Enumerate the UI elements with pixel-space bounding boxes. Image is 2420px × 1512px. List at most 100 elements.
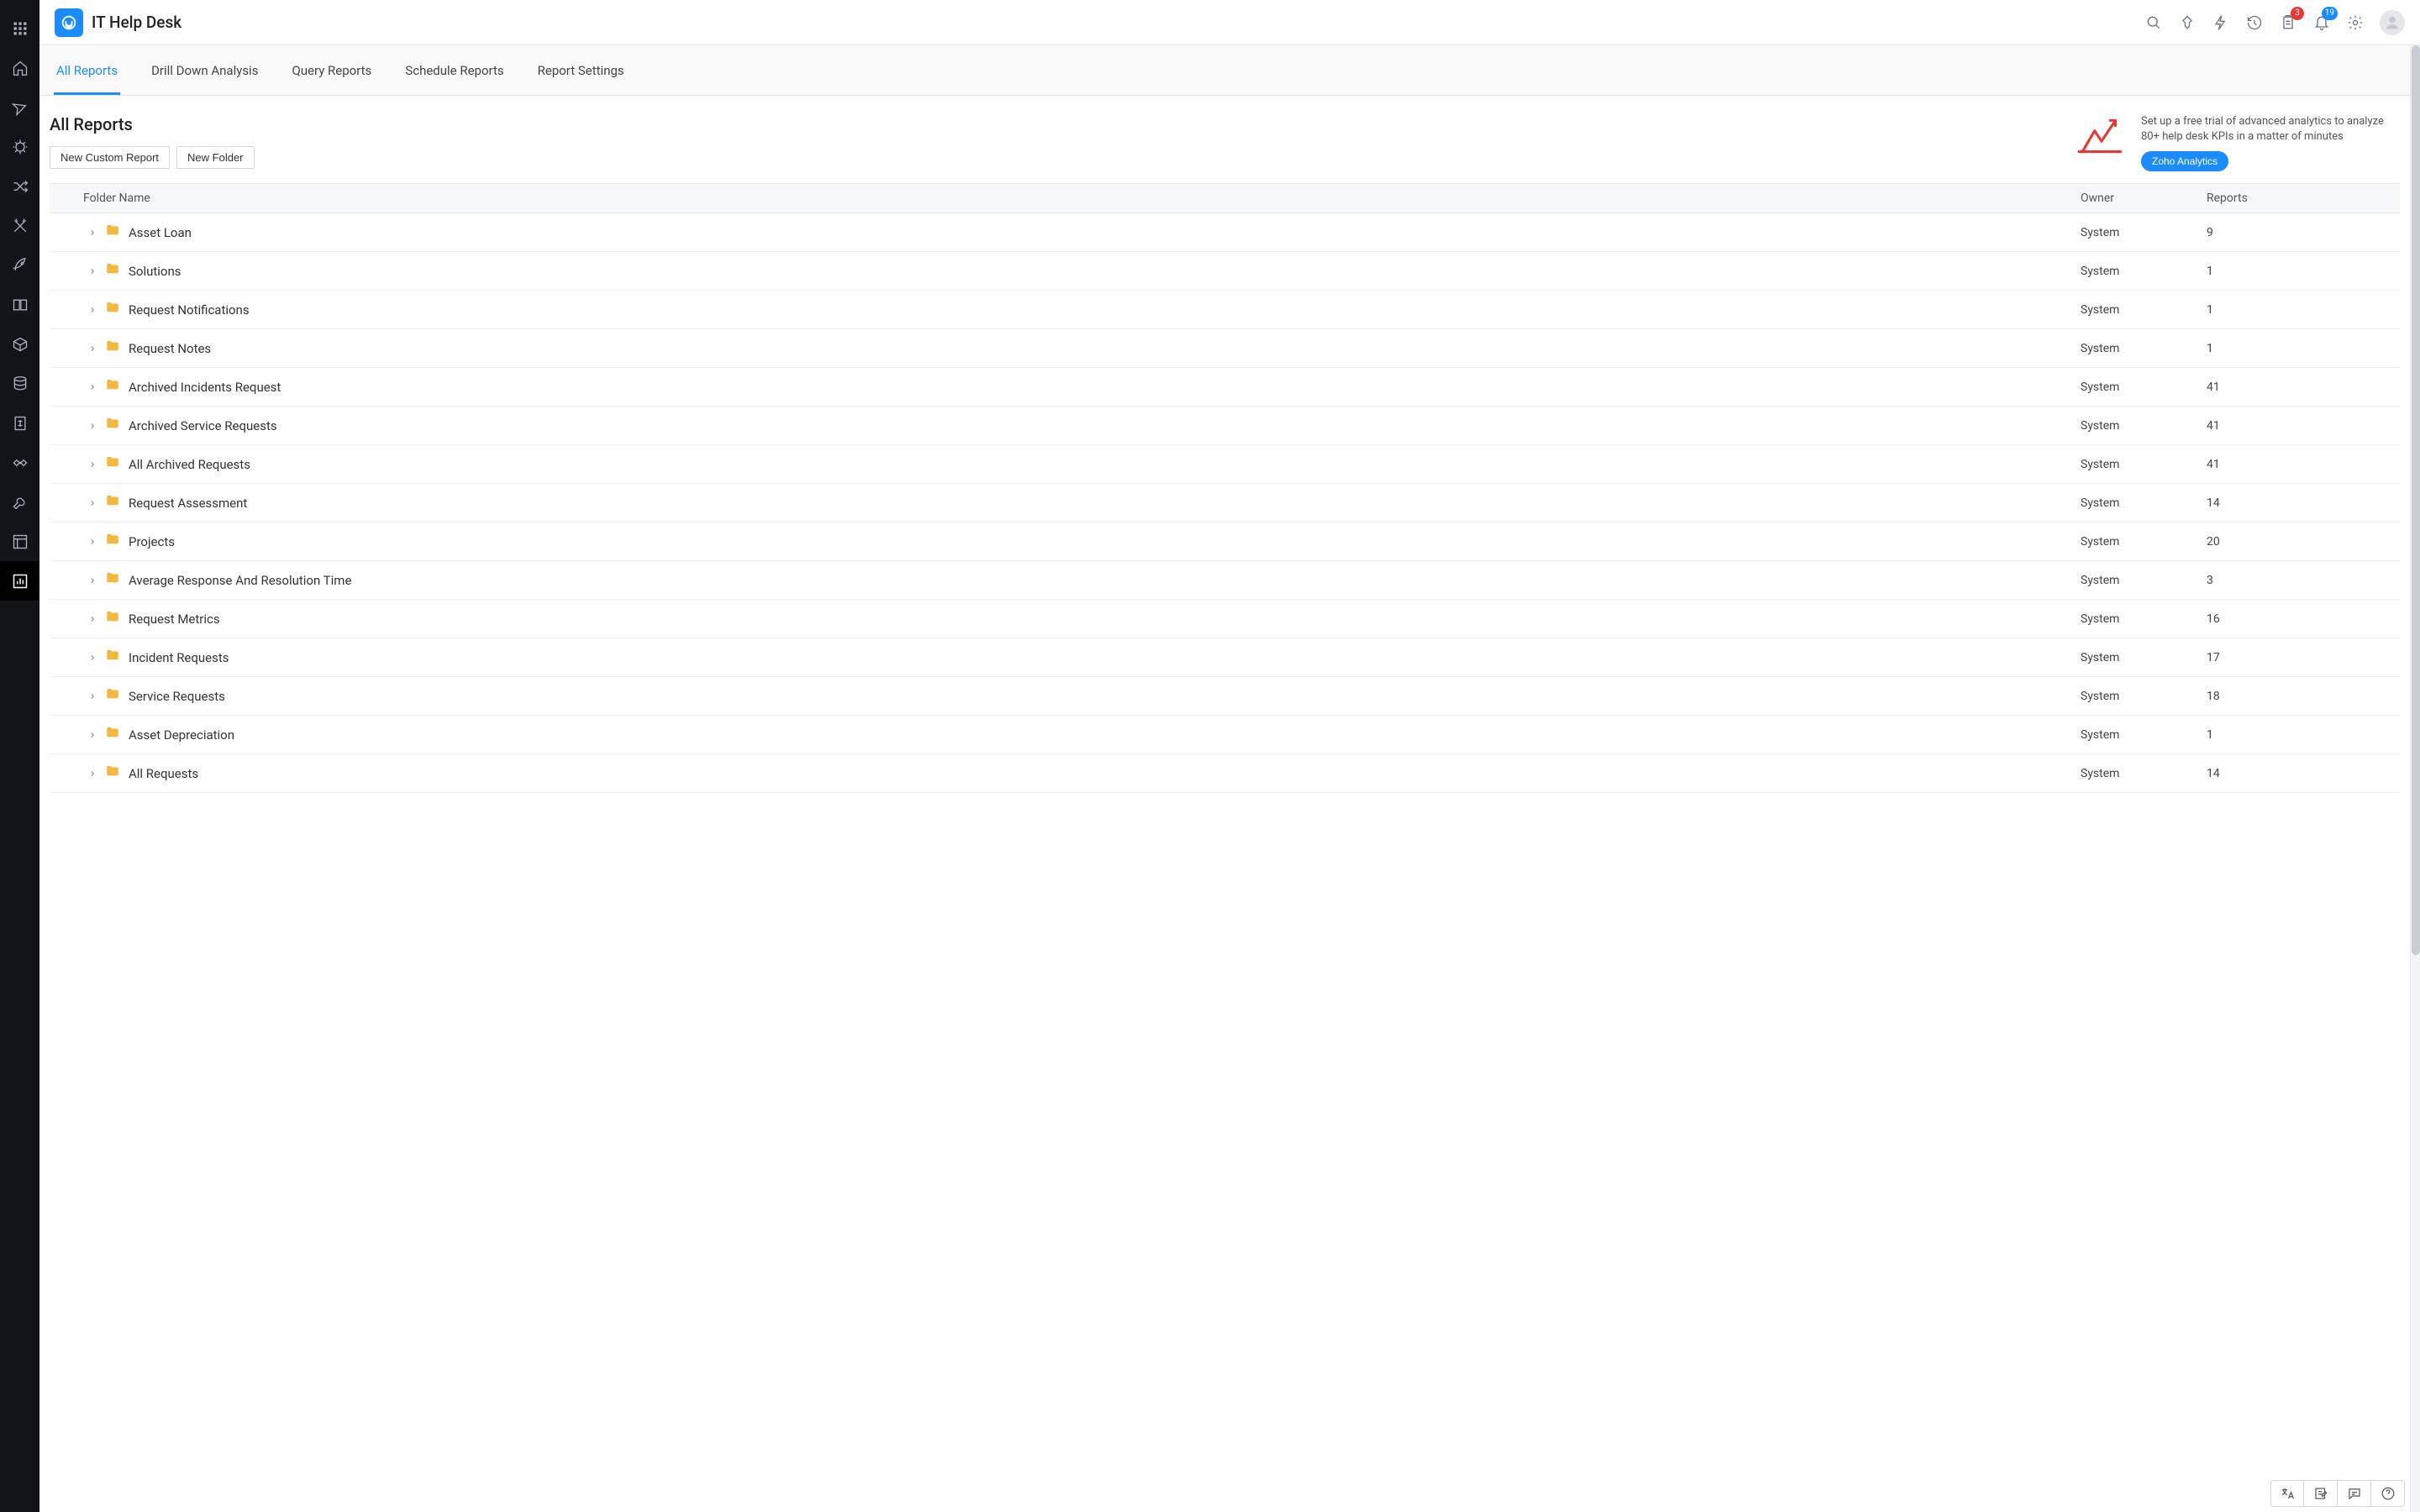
home-icon[interactable]: [0, 48, 39, 87]
chevron-right-icon[interactable]: [88, 267, 97, 276]
new-custom-report-button[interactable]: New Custom Report: [50, 146, 170, 169]
owner-cell: System: [2081, 574, 2207, 587]
page-title: All Reports: [50, 114, 255, 134]
chevron-right-icon[interactable]: [88, 654, 97, 662]
chevron-right-icon[interactable]: [88, 460, 97, 469]
pin-icon[interactable]: [2178, 13, 2196, 32]
folder-icon: [105, 377, 120, 396]
folder-name: Solutions: [129, 264, 182, 279]
folder-icon: [105, 339, 120, 358]
reports-count-cell: 41: [2207, 458, 2400, 471]
table-row[interactable]: All RequestsSystem14: [50, 754, 2400, 793]
owner-cell: System: [2081, 303, 2207, 317]
bell-badge: 19: [2322, 7, 2338, 20]
folder-icon: [105, 416, 120, 435]
cube-icon[interactable]: [0, 324, 39, 364]
table-row[interactable]: Request NotesSystem1: [50, 329, 2400, 368]
ticket-icon[interactable]: [0, 87, 39, 127]
table-row[interactable]: Archived Incidents RequestSystem41: [50, 368, 2400, 407]
gear-icon[interactable]: [2346, 13, 2365, 32]
owner-cell: System: [2081, 458, 2207, 471]
reports-count-cell: 17: [2207, 651, 2400, 664]
chevron-right-icon[interactable]: [88, 692, 97, 701]
table-row[interactable]: ProjectsSystem20: [50, 522, 2400, 561]
table-row[interactable]: Asset LoanSystem9: [50, 213, 2400, 252]
bell-icon[interactable]: 19: [2312, 13, 2331, 32]
clipboard-icon[interactable]: 3: [2279, 13, 2297, 32]
handshake-icon[interactable]: [0, 443, 39, 482]
help-icon[interactable]: [2371, 1480, 2405, 1507]
promo: Set up a free trial of advanced analytic…: [2075, 114, 2393, 171]
chevron-right-icon[interactable]: [88, 499, 97, 507]
invoice-icon[interactable]: [0, 403, 39, 443]
table-row[interactable]: Request AssessmentSystem14: [50, 484, 2400, 522]
app-title: IT Help Desk: [92, 13, 182, 32]
table-row[interactable]: Service RequestsSystem18: [50, 677, 2400, 716]
folder-name: Archived Incidents Request: [129, 380, 281, 395]
chevron-right-icon[interactable]: [88, 615, 97, 623]
table-row[interactable]: All Archived RequestsSystem41: [50, 445, 2400, 484]
scrollbar[interactable]: [2410, 45, 2420, 1512]
edit-note-icon[interactable]: [2304, 1480, 2338, 1507]
folder-name: Asset Depreciation: [129, 727, 234, 743]
reports-count-cell: 3: [2207, 574, 2400, 587]
folder-name: Archived Service Requests: [129, 418, 277, 433]
chevron-right-icon[interactable]: [88, 306, 97, 314]
tab-query-reports[interactable]: Query Reports: [292, 45, 371, 95]
avatar[interactable]: [2380, 10, 2405, 35]
reports-icon[interactable]: [0, 561, 39, 601]
zoho-analytics-button[interactable]: Zoho Analytics: [2141, 151, 2228, 171]
shuffle-icon[interactable]: [0, 166, 39, 206]
tools-crossed-icon[interactable]: [0, 206, 39, 245]
new-folder-button[interactable]: New Folder: [176, 146, 254, 169]
folder-name: Request Notifications: [129, 302, 250, 318]
chevron-right-icon[interactable]: [88, 228, 97, 237]
table-row[interactable]: Incident RequestsSystem17: [50, 638, 2400, 677]
chevron-right-icon[interactable]: [88, 422, 97, 430]
search-icon[interactable]: [2144, 13, 2163, 32]
layout-icon[interactable]: [0, 522, 39, 561]
col-header-reports: Reports: [2207, 192, 2400, 205]
folder-icon: [105, 570, 120, 590]
owner-cell: System: [2081, 767, 2207, 780]
folder-icon: [105, 223, 120, 242]
tab-report-settings[interactable]: Report Settings: [538, 45, 624, 95]
apps-grid-icon[interactable]: [0, 8, 39, 48]
chevron-right-icon[interactable]: [88, 731, 97, 739]
owner-cell: System: [2081, 728, 2207, 742]
table-row[interactable]: Request NotificationsSystem1: [50, 291, 2400, 329]
chevron-right-icon[interactable]: [88, 576, 97, 585]
table-row[interactable]: Archived Service RequestsSystem41: [50, 407, 2400, 445]
folder-name: Asset Loan: [129, 225, 192, 240]
folder-icon: [105, 648, 120, 667]
reports-count-cell: 1: [2207, 342, 2400, 355]
chevron-right-icon[interactable]: [88, 769, 97, 778]
chevron-right-icon[interactable]: [88, 538, 97, 546]
table-row[interactable]: Request MetricsSystem16: [50, 600, 2400, 638]
folder-icon: [105, 454, 120, 474]
reports-count-cell: 16: [2207, 612, 2400, 626]
sidebar: [0, 0, 39, 1512]
tab-schedule-reports[interactable]: Schedule Reports: [405, 45, 503, 95]
history-icon[interactable]: [2245, 13, 2264, 32]
scrollbar-thumb[interactable]: [2412, 45, 2420, 955]
chevron-right-icon[interactable]: [88, 383, 97, 391]
table-row[interactable]: Asset DepreciationSystem1: [50, 716, 2400, 754]
chevron-right-icon[interactable]: [88, 344, 97, 353]
chat-icon[interactable]: [2338, 1480, 2371, 1507]
wrench-icon[interactable]: [0, 482, 39, 522]
flash-icon[interactable]: [2212, 13, 2230, 32]
table-row[interactable]: Average Response And Resolution TimeSyst…: [50, 561, 2400, 600]
folder-icon: [105, 686, 120, 706]
clipboard-badge: 3: [2291, 7, 2304, 20]
owner-cell: System: [2081, 226, 2207, 239]
database-icon[interactable]: [0, 364, 39, 403]
book-icon[interactable]: [0, 285, 39, 324]
col-header-owner: Owner: [2081, 192, 2207, 205]
rocket-icon[interactable]: [0, 245, 39, 285]
tab-drill-down-analysis[interactable]: Drill Down Analysis: [151, 45, 258, 95]
translate-icon[interactable]: [2270, 1480, 2304, 1507]
bug-icon[interactable]: [0, 127, 39, 166]
table-row[interactable]: SolutionsSystem1: [50, 252, 2400, 291]
tab-all-reports[interactable]: All Reports: [56, 45, 118, 95]
